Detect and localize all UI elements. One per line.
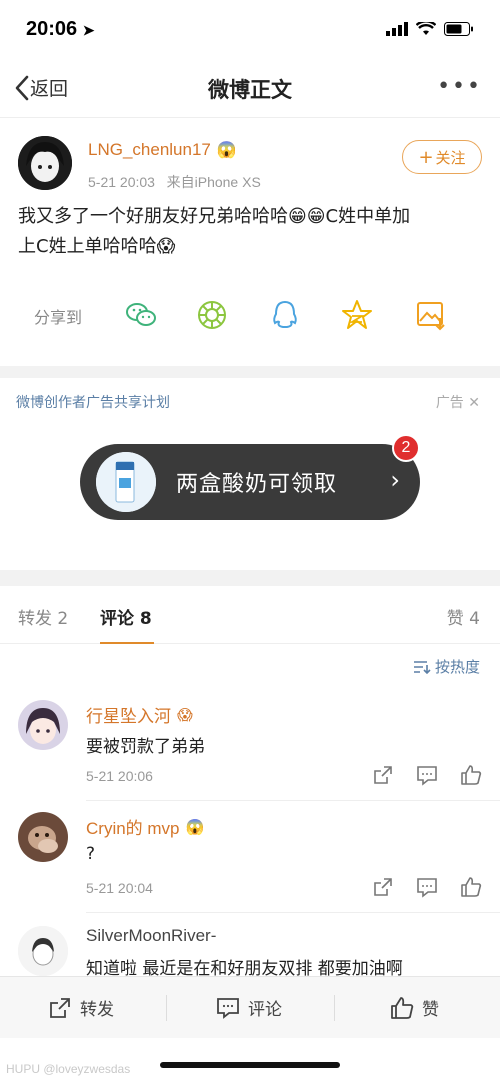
comment-item: SilverMoonRiver- 知道啦 最近是在和好朋友双排 都要加油啊 <box>0 914 500 976</box>
status-time-text: 20:06 <box>26 18 78 40</box>
comment-time: 5-21 20:04 <box>86 880 153 896</box>
ad-cta-text: 两盒酸奶可领取 <box>176 472 338 497</box>
repost-icon <box>50 997 70 1018</box>
bar-divider <box>166 995 167 1021</box>
comment-actions <box>372 764 482 786</box>
sort-button[interactable]: 按热度 <box>413 656 480 677</box>
comment-text: 知道啦 最近是在和好朋友双排 都要加油啊 <box>86 959 403 976</box>
comment-label: 评论 <box>248 1000 282 1020</box>
author-name-text: LNG_chenlun17 <box>88 140 211 159</box>
vip-emoji-icon: 😱 <box>177 705 193 724</box>
tab-comment[interactable]: 评论 8 <box>100 604 152 629</box>
commenter-name[interactable]: 行星坠入河 😱 <box>86 702 193 728</box>
share-icon[interactable] <box>372 876 394 898</box>
post-source: 来自iPhone XS <box>166 174 261 190</box>
qq-icon[interactable] <box>268 298 302 332</box>
like-label: 赞 <box>422 1000 439 1020</box>
status-time: 20:06 ➤ <box>26 18 94 41</box>
tab-like[interactable]: 赞 4 <box>447 604 480 629</box>
post-meta: 5-21 20:03 来自iPhone XS <box>88 172 261 192</box>
comment-time: 5-21 20:06 <box>86 768 153 784</box>
post-text: 我又多了一个好朋友好兄弟哈哈哈😁😁C姓中单加 上C姓上单哈哈哈😱 <box>18 202 488 262</box>
comment-divider <box>86 800 500 801</box>
tab-indicator <box>100 642 154 644</box>
close-icon[interactable]: ✕ <box>468 395 480 411</box>
comment-actions <box>372 876 482 898</box>
location-arrow-icon: ➤ <box>82 22 95 38</box>
section-divider <box>0 570 500 586</box>
page-title: 微博正文 <box>208 78 292 102</box>
qzone-icon[interactable] <box>340 298 374 332</box>
watermark: HUPU @loveyzwesdas <box>6 1062 131 1076</box>
ad-tag[interactable]: 广告 ✕ <box>436 392 480 412</box>
follow-label: 关注 <box>435 148 466 167</box>
ad-tag-label: 广告 <box>435 395 464 411</box>
comment-button[interactable]: 评论 <box>216 995 282 1020</box>
avatar-image <box>18 136 72 190</box>
repost-label: 转发 <box>80 1000 114 1020</box>
wechat-icon[interactable] <box>124 298 158 332</box>
comment-text: ? <box>86 844 96 864</box>
wifi-icon <box>416 22 436 35</box>
sort-icon <box>413 660 431 674</box>
comment-text: 要被罚款了弟弟 <box>86 737 205 757</box>
tab-repost[interactable]: 转发 2 <box>18 604 68 629</box>
sort-label: 按热度 <box>434 658 480 676</box>
author-avatar[interactable] <box>18 136 72 190</box>
comment-icon[interactable] <box>416 764 438 786</box>
share-row: 分享到 <box>0 294 500 338</box>
save-image-icon[interactable] <box>414 298 448 332</box>
commenter-avatar[interactable] <box>18 812 68 862</box>
bottom-action-bar: 转发 评论 赞 <box>0 976 500 1038</box>
repost-button[interactable]: 转发 <box>48 995 114 1020</box>
nav-bar: 返回 微博正文 ••• <box>0 58 500 118</box>
commenter-name[interactable]: Cryin的 mvp 😱 <box>86 814 204 839</box>
vip-emoji-icon: 😱 <box>185 818 205 836</box>
home-indicator[interactable] <box>160 1062 340 1068</box>
yogurt-product-image <box>96 452 156 512</box>
commenter-avatar[interactable] <box>18 926 68 976</box>
post-card: LNG_chenlun17 😱 5-21 20:03 来自iPhone XS +… <box>0 118 500 366</box>
section-divider <box>0 366 500 378</box>
status-icons <box>386 22 474 36</box>
like-icon[interactable] <box>460 764 482 786</box>
comment-item: 行星坠入河 😱 要被罚款了弟弟 5-21 20:06 <box>0 690 500 802</box>
commenter-name-text: SilverMoonRiver- <box>86 926 217 945</box>
comment-item: Cryin的 mvp 😱 ? 5-21 20:04 <box>0 802 500 914</box>
post-text-line-2: 上C姓上单哈哈哈😱 <box>18 236 176 257</box>
commenter-name-text: Cryin的 mvp <box>86 819 180 838</box>
like-icon <box>391 996 414 1019</box>
bar-divider <box>334 995 335 1021</box>
comment-icon[interactable] <box>416 876 438 898</box>
moments-icon[interactable] <box>195 298 229 332</box>
chevron-right-icon: › <box>390 466 400 494</box>
vip-emoji-icon: 😱 <box>216 142 237 159</box>
like-icon[interactable] <box>460 876 482 898</box>
ad-cta-button[interactable]: 两盒酸奶可领取 › <box>80 444 420 520</box>
more-button[interactable]: ••• <box>437 74 482 99</box>
notification-badge: 2 <box>392 434 420 462</box>
plus-icon: + <box>418 146 434 168</box>
ad-title[interactable]: 微博创作者广告共享计划 <box>16 392 170 412</box>
commenter-avatar[interactable] <box>18 700 68 750</box>
signal-icon <box>386 22 408 36</box>
battery-icon <box>444 22 473 36</box>
tab-bar: 转发 2 评论 8 赞 4 <box>0 586 500 644</box>
ad-card: 微博创作者广告共享计划 广告 ✕ 两盒酸奶可领取 › <box>0 378 500 570</box>
status-bar: 20:06 ➤ <box>0 0 500 58</box>
comment-icon <box>217 997 239 1019</box>
comment-divider <box>86 912 500 913</box>
share-icon[interactable] <box>372 764 394 786</box>
post-text-line-1: 我又多了一个好朋友好兄弟哈哈哈😁😁C姓中单加 <box>18 206 411 227</box>
like-button[interactable]: 赞 <box>390 995 439 1020</box>
commenter-name[interactable]: SilverMoonRiver- <box>86 926 216 946</box>
commenter-name-text: 行星坠入河 <box>86 707 171 727</box>
author-name[interactable]: LNG_chenlun17 😱 <box>88 140 237 160</box>
share-label: 分享到 <box>34 308 83 327</box>
follow-button[interactable]: + 关注 <box>402 140 482 174</box>
post-time: 5-21 20:03 <box>88 174 155 190</box>
